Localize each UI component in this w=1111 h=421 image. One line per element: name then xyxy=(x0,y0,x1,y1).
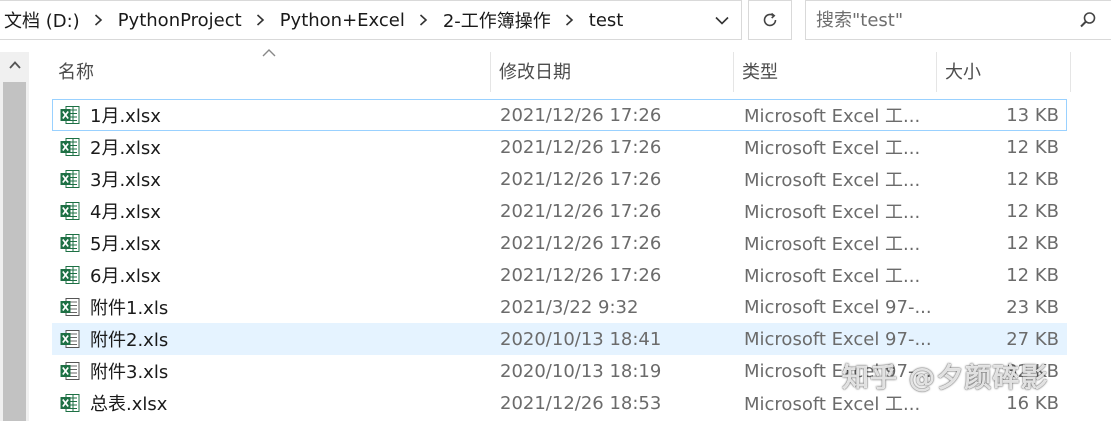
file-type: Microsoft Excel 工... xyxy=(744,234,921,255)
file-row[interactable]: 6月.xlsx 2021/12/26 17:26 Microsoft Excel… xyxy=(52,259,1067,291)
file-row[interactable]: 附件2.xls 2020/10/13 18:41 Microsoft Excel… xyxy=(52,323,1067,355)
file-name: 6月.xlsx xyxy=(90,266,161,287)
column-header-size[interactable]: 大小 xyxy=(939,50,1069,92)
file-date: 2020/10/13 18:41 xyxy=(500,328,662,350)
file-date: 2020/10/13 18:19 xyxy=(500,360,662,382)
column-header-date[interactable]: 修改日期 xyxy=(493,50,734,92)
file-date: 2021/12/26 17:26 xyxy=(500,104,662,126)
file-type: Microsoft Excel 工... xyxy=(744,170,921,191)
column-header-type[interactable]: 类型 xyxy=(736,50,936,92)
chevron-right-icon[interactable] xyxy=(417,13,431,27)
search-icon[interactable] xyxy=(1079,11,1097,29)
xlsx-file-icon xyxy=(59,232,81,254)
file-row[interactable]: 3月.xlsx 2021/12/26 17:26 Microsoft Excel… xyxy=(52,163,1067,195)
column-headers: 名称 修改日期 类型 大小 xyxy=(52,49,1072,92)
file-name: 4月.xlsx xyxy=(90,202,161,223)
breadcrumb-drive[interactable]: 文档 (D:) xyxy=(0,7,84,33)
xlsx-file-icon xyxy=(59,200,81,222)
file-type: Microsoft Excel 工... xyxy=(744,138,921,159)
file-name: 附件2.xls xyxy=(90,330,169,351)
file-size: 12 KB xyxy=(1006,264,1059,286)
address-bar[interactable]: 文档 (D:) PythonProject Python+Excel 2-工作簿… xyxy=(0,0,742,40)
file-date: 2021/12/26 17:26 xyxy=(500,168,662,190)
file-date: 2021/12/26 17:26 xyxy=(500,232,662,254)
file-date: 2021/12/26 18:53 xyxy=(500,392,662,414)
scrollbar-thumb[interactable] xyxy=(3,82,26,421)
file-size: 23 KB xyxy=(1006,296,1059,318)
xls-file-icon xyxy=(59,328,81,350)
file-name: 总表.xlsx xyxy=(90,394,168,415)
chevron-right-icon[interactable] xyxy=(92,13,106,27)
file-row[interactable]: 1月.xlsx 2021/12/26 17:26 Microsoft Excel… xyxy=(52,99,1067,131)
file-name: 5月.xlsx xyxy=(90,234,161,255)
column-header-name[interactable]: 名称 xyxy=(52,50,490,92)
file-size: 27 KB xyxy=(1006,328,1059,350)
watermark: 知乎 @夕颜碎影 xyxy=(842,363,1049,394)
scroll-up-button[interactable] xyxy=(0,52,29,78)
file-name: 1月.xlsx xyxy=(90,106,161,127)
file-date: 2021/3/22 9:32 xyxy=(500,296,639,318)
chevron-right-icon[interactable] xyxy=(563,13,577,27)
file-name: 附件3.xls xyxy=(90,362,169,383)
search-input[interactable] xyxy=(806,9,1066,31)
breadcrumb-test[interactable]: test xyxy=(585,10,628,31)
xlsx-file-icon xyxy=(59,168,81,190)
file-size: 12 KB xyxy=(1006,168,1059,190)
file-type: Microsoft Excel 97-... xyxy=(744,296,932,318)
file-date: 2021/12/26 17:26 xyxy=(500,136,662,158)
file-date: 2021/12/26 17:26 xyxy=(500,200,662,222)
vertical-scrollbar[interactable] xyxy=(0,52,29,421)
file-row[interactable]: 4月.xlsx 2021/12/26 17:26 Microsoft Excel… xyxy=(52,195,1067,227)
file-type: Microsoft Excel 97-... xyxy=(744,328,932,350)
xlsx-file-icon xyxy=(59,264,81,286)
search-box[interactable] xyxy=(805,0,1111,40)
breadcrumb-pythonproject[interactable]: PythonProject xyxy=(114,10,246,31)
file-size: 13 KB xyxy=(1006,104,1059,126)
file-row[interactable]: 5月.xlsx 2021/12/26 17:26 Microsoft Excel… xyxy=(52,227,1067,259)
file-name: 2月.xlsx xyxy=(90,138,161,159)
refresh-button[interactable] xyxy=(748,0,792,40)
xls-file-icon xyxy=(59,296,81,318)
file-row[interactable]: 附件1.xls 2021/3/22 9:32 Microsoft Excel 9… xyxy=(52,291,1067,323)
xlsx-file-icon xyxy=(59,104,81,126)
file-date: 2021/12/26 17:26 xyxy=(500,264,662,286)
file-size: 12 KB xyxy=(1006,200,1059,222)
column-divider[interactable] xyxy=(490,52,491,92)
xls-file-icon xyxy=(59,360,81,382)
chevron-down-icon[interactable] xyxy=(703,1,741,39)
file-name: 附件1.xls xyxy=(90,298,169,319)
file-row[interactable]: 2月.xlsx 2021/12/26 17:26 Microsoft Excel… xyxy=(52,131,1067,163)
file-size: 12 KB xyxy=(1006,136,1059,158)
xlsx-file-icon xyxy=(59,392,81,414)
chevron-right-icon[interactable] xyxy=(254,13,268,27)
file-size: 12 KB xyxy=(1006,232,1059,254)
file-type: Microsoft Excel 工... xyxy=(744,266,921,287)
xlsx-file-icon xyxy=(59,136,81,158)
file-size: 16 KB xyxy=(1006,392,1059,414)
file-name: 3月.xlsx xyxy=(90,170,161,191)
refresh-icon xyxy=(763,12,777,27)
file-type: Microsoft Excel 工... xyxy=(744,106,921,127)
column-divider[interactable] xyxy=(936,52,937,92)
column-divider[interactable] xyxy=(733,52,734,92)
breadcrumb-workbook-ops[interactable]: 2-工作簿操作 xyxy=(439,7,555,33)
column-divider[interactable] xyxy=(1070,52,1071,92)
file-type: Microsoft Excel 工... xyxy=(744,202,921,223)
breadcrumb-python-excel[interactable]: Python+Excel xyxy=(276,10,409,31)
